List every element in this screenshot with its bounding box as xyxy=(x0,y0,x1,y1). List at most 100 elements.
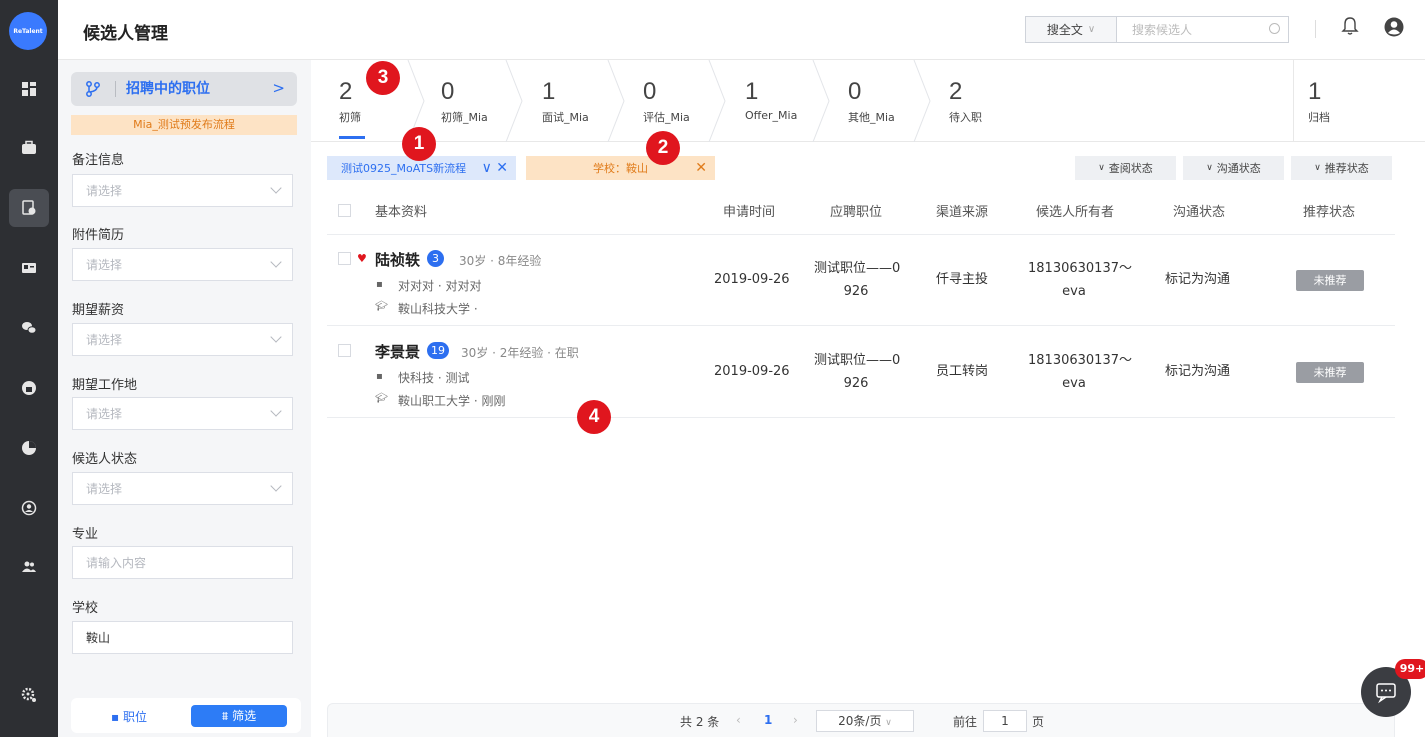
school-input[interactable]: 鞍山 xyxy=(72,621,293,654)
count-badge: 3 xyxy=(427,250,444,267)
prev-page-icon[interactable]: ‹ xyxy=(736,713,741,727)
chevron-down-icon: ∨ xyxy=(1087,24,1096,35)
chevron-down-icon: ∨ xyxy=(1206,163,1213,173)
owner-line1: 18130630137～ xyxy=(1028,261,1132,276)
pagination-bar: 共 2 条 ‹ 1 › 20条/页 ∨ 前往 1 页 xyxy=(327,703,1395,737)
salary-select[interactable]: 请选择 xyxy=(72,323,293,356)
candidate-name[interactable]: 陆祯轶 xyxy=(375,249,420,270)
filter-label-status: 候选人状态 xyxy=(72,452,138,467)
job-title-line2[interactable]: 926 xyxy=(814,373,898,395)
th-source: 渠道来源 xyxy=(936,205,989,220)
stage-pipeline: 2 初筛 0 初筛_Mia 1 面试_Mia 0 评估_Mia 1 Offer_… xyxy=(311,60,1425,142)
dashboard-icon[interactable] xyxy=(0,70,58,108)
stage-tab-offer-mia[interactable]: 1 Offer_Mia xyxy=(729,60,819,142)
briefcase-icon: ▪ xyxy=(111,710,120,724)
row-divider xyxy=(327,325,1395,326)
read-status-dropdown[interactable]: ∨ 查阅状态 xyxy=(1075,156,1176,180)
chevron-down-icon xyxy=(270,405,282,417)
notes-select[interactable]: 请选择 xyxy=(72,174,293,207)
branch-icon xyxy=(86,81,100,97)
pie-chart-icon[interactable] xyxy=(0,429,58,467)
rec-status-badge[interactable]: 未推荐 xyxy=(1296,362,1364,383)
chevron-down-icon xyxy=(270,331,282,343)
hiring-jobs-button[interactable]: 招聘中的职位 > xyxy=(71,72,297,106)
owner-line2: eva xyxy=(1062,284,1086,299)
company-icon: ▪ xyxy=(376,371,383,382)
app-logo[interactable]: ReTalent xyxy=(9,12,47,50)
user-circle-icon[interactable] xyxy=(0,489,58,527)
stage-tab-evaluation-mia[interactable]: 0 评估_Mia xyxy=(629,60,714,142)
settings-icon[interactable] xyxy=(0,676,58,714)
chip-close-icon[interactable]: ∨ ✕ xyxy=(482,160,508,176)
th-owner: 候选人所有者 xyxy=(1036,205,1115,220)
stage-tab-other-mia[interactable]: 0 其他_Mia xyxy=(833,60,918,142)
chevron-right-icon: > xyxy=(272,79,285,97)
user-avatar-icon[interactable] xyxy=(1384,17,1404,40)
jobs-tab[interactable]: ▪ 职位 xyxy=(111,708,147,725)
candidate-name[interactable]: 李景景 xyxy=(375,341,420,362)
sidebar-bottom-bar: ▪ 职位 ⩩ 筛选 xyxy=(71,698,301,733)
candidate-meta: 30岁 · 8年经验 xyxy=(459,254,542,268)
stage-tab-archive[interactable]: 1 归档 xyxy=(1293,60,1425,142)
chevron-down-icon xyxy=(270,182,282,194)
job-title-line2[interactable]: 926 xyxy=(814,281,898,303)
count-badge: 19 xyxy=(427,342,449,359)
stage-tab-interview-mia[interactable]: 1 面试_Mia xyxy=(526,60,611,142)
owner-line1: 18130630137～ xyxy=(1028,353,1132,368)
job-title-line1[interactable]: 测试职位——0 xyxy=(814,258,900,280)
status-select[interactable]: 请选择 xyxy=(72,472,293,505)
comm-status[interactable]: 标记为沟通 xyxy=(1165,361,1230,383)
search-scope-select[interactable]: 搜全文 ∨ xyxy=(1025,16,1117,43)
channel-source: 员工转岗 xyxy=(936,364,989,379)
row-checkbox[interactable] xyxy=(338,252,351,265)
filter-tab[interactable]: ⩩ 筛选 xyxy=(191,705,287,727)
attachment-select[interactable]: 请选择 xyxy=(72,248,293,281)
stage-tab-pending-onboard[interactable]: 2 待入职 xyxy=(933,60,1018,142)
location-select[interactable]: 请选择 xyxy=(72,397,293,430)
filter-icon: ⩩ xyxy=(221,709,229,723)
row-checkbox[interactable] xyxy=(338,344,351,357)
filter-label-notes: 备注信息 xyxy=(72,153,125,168)
stage-tab-screening-mia[interactable]: 0 初筛_Mia xyxy=(426,60,511,142)
candidate-company: 对对对 · 对对对 xyxy=(398,279,482,293)
school-filter-chip[interactable]: 学校：鞍山 ✕ xyxy=(526,156,715,180)
major-input[interactable]: 请输入内容 xyxy=(72,546,293,579)
job-title-line1[interactable]: 测试职位——0 xyxy=(814,350,900,372)
thumbs-up-icon[interactable] xyxy=(0,369,58,407)
page-unit-label: 页 xyxy=(1032,715,1045,729)
row-divider xyxy=(327,417,1395,418)
goto-page-input[interactable]: 1 xyxy=(983,710,1027,732)
next-page-icon[interactable]: › xyxy=(793,713,798,727)
briefcase-icon[interactable] xyxy=(0,129,58,167)
apply-date: 2019-09-26 xyxy=(714,364,790,379)
current-page[interactable]: 1 xyxy=(764,713,772,727)
chat-button[interactable]: 99+ xyxy=(1361,659,1425,717)
chip-close-icon[interactable]: ✕ xyxy=(695,160,707,176)
unread-badge: 99+ xyxy=(1395,659,1425,679)
id-card-icon[interactable] xyxy=(0,249,58,287)
search-icon[interactable] xyxy=(1269,23,1280,34)
flow-label: Mia_测试预发布流程 xyxy=(71,115,297,135)
team-icon[interactable] xyxy=(0,548,58,586)
bell-icon[interactable] xyxy=(1341,16,1359,39)
owner-line2: eva xyxy=(1062,376,1086,391)
wechat-icon[interactable] xyxy=(0,309,58,347)
search-input[interactable]: 搜索候选人 xyxy=(1117,16,1289,43)
th-rec-status: 推荐状态 xyxy=(1303,205,1356,220)
heart-icon[interactable]: ♥ xyxy=(357,252,367,265)
annotation-marker-4: 4 xyxy=(577,400,611,434)
candidate-icon[interactable] xyxy=(9,189,49,227)
comm-status[interactable]: 标记为沟通 xyxy=(1165,269,1230,291)
nav-rail: ReTalent xyxy=(0,0,58,737)
select-all-checkbox[interactable] xyxy=(338,204,351,217)
th-basic-info: 基本资料 xyxy=(375,205,428,220)
chevron-down-icon: ∨ xyxy=(1098,163,1105,173)
goto-label: 前往 xyxy=(953,715,978,729)
candidate-school: 鞍山职工大学 · 刚刚 xyxy=(398,394,506,408)
comm-status-dropdown[interactable]: ∨ 沟通状态 xyxy=(1183,156,1284,180)
rec-status-badge[interactable]: 未推荐 xyxy=(1296,270,1364,291)
rec-status-dropdown[interactable]: ∨ 推荐状态 xyxy=(1291,156,1392,180)
graduation-cap-icon: 🎓︎ xyxy=(375,301,388,312)
page-size-select[interactable]: 20条/页 ∨ xyxy=(816,710,914,732)
chevron-down-icon: ∨ xyxy=(1314,163,1321,173)
